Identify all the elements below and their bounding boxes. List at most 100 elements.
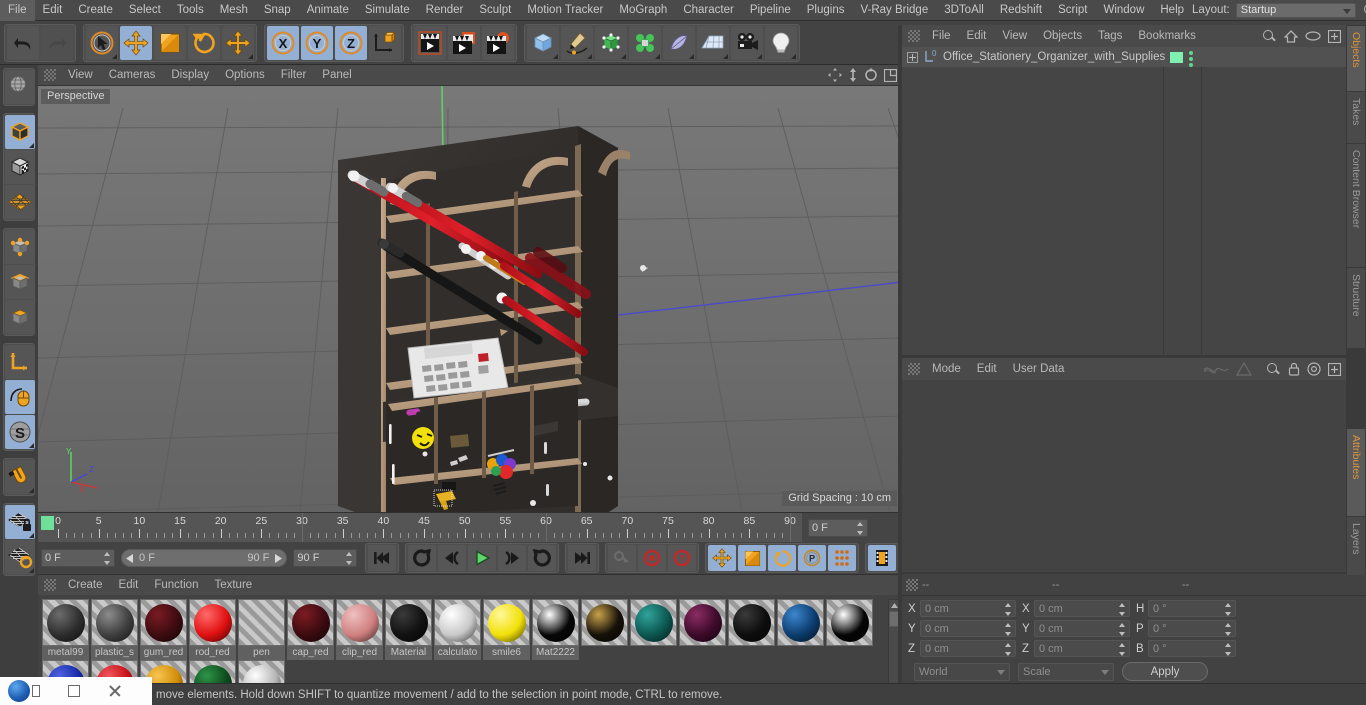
- viewport-menu-view[interactable]: View: [60, 65, 101, 86]
- material-item[interactable]: [630, 599, 679, 660]
- spinner-icon[interactable]: [1005, 603, 1012, 616]
- menu-item-v-ray-bridge[interactable]: V-Ray Bridge: [852, 0, 936, 21]
- menu-item-character[interactable]: Character: [675, 0, 742, 21]
- panel-grip-icon[interactable]: [44, 579, 56, 591]
- scale-tool-button[interactable]: [154, 25, 186, 60]
- object-manager-body[interactable]: 0 Office_Stationery_Organizer_with_Suppl…: [902, 47, 1346, 355]
- viewport-menu-display[interactable]: Display: [163, 65, 217, 86]
- material-menu-edit[interactable]: Edit: [111, 575, 147, 595]
- menu-item-3dtoall[interactable]: 3DToAll: [936, 0, 992, 21]
- menu-item-select[interactable]: Select: [121, 0, 169, 21]
- panel-grip-icon[interactable]: [906, 578, 918, 591]
- range-left-arrow-icon[interactable]: [126, 553, 135, 563]
- new-view-icon[interactable]: [1328, 362, 1341, 376]
- visibility-dots-icon[interactable]: [1189, 51, 1193, 67]
- timeline-current-frame-field[interactable]: 0 F: [808, 519, 868, 537]
- object-menu-file[interactable]: File: [924, 25, 959, 47]
- add-floor-button[interactable]: [697, 25, 729, 60]
- timeline-filmstrip-button[interactable]: [868, 545, 896, 571]
- menu-item-window[interactable]: Window: [1095, 0, 1152, 21]
- rotate-tool-button[interactable]: [188, 25, 220, 60]
- world-object-coordinate-button[interactable]: [369, 25, 401, 60]
- menu-item-snap[interactable]: Snap: [256, 0, 299, 21]
- material-item[interactable]: [777, 599, 826, 660]
- size-y-field[interactable]: 0 cm: [1034, 620, 1130, 637]
- material-preview[interactable]: [336, 599, 383, 646]
- preview-end-field[interactable]: 90 F: [293, 549, 357, 567]
- expand-icon[interactable]: [907, 51, 918, 63]
- move-view-icon[interactable]: [828, 68, 842, 82]
- spinner-icon[interactable]: [346, 552, 353, 565]
- lock-x-button[interactable]: X: [267, 25, 299, 60]
- search-icon[interactable]: [1261, 28, 1277, 44]
- edges-mode-button[interactable]: [5, 265, 35, 299]
- menu-item-file[interactable]: File: [0, 0, 35, 21]
- lock-icon[interactable]: [1288, 362, 1300, 376]
- layout-select[interactable]: Startup: [1235, 2, 1356, 18]
- go-to-start-button[interactable]: [368, 545, 396, 571]
- lock-y-button[interactable]: Y: [301, 25, 333, 60]
- enable-snap-button[interactable]: [5, 460, 35, 494]
- model-mode-button[interactable]: [5, 150, 35, 184]
- material-item[interactable]: smile6: [483, 599, 532, 660]
- step-forward-button[interactable]: [498, 545, 526, 571]
- play-button[interactable]: [468, 545, 496, 571]
- loop-forward-button[interactable]: [528, 545, 556, 571]
- rotation-p-field[interactable]: 0 °: [1148, 620, 1236, 637]
- points-mode-button[interactable]: [5, 230, 35, 264]
- wave-icon[interactable]: [1203, 363, 1229, 376]
- material-item[interactable]: cap_red: [287, 599, 336, 660]
- eye-icon[interactable]: [1305, 31, 1321, 41]
- app-orb-icon[interactable]: [8, 680, 30, 702]
- current-frame-marker[interactable]: [41, 516, 54, 530]
- spinner-icon[interactable]: [1119, 623, 1126, 636]
- menu-item-create[interactable]: Create: [70, 0, 121, 21]
- transform-mode-select[interactable]: Scale: [1018, 662, 1114, 681]
- menu-item-motion-tracker[interactable]: Motion Tracker: [519, 0, 611, 21]
- render-settings-button[interactable]: [482, 25, 514, 60]
- spinner-icon[interactable]: [1119, 643, 1126, 656]
- menu-item-pipeline[interactable]: Pipeline: [742, 0, 799, 21]
- viewport-canvas[interactable]: Perspective Grid Spacing : 10 cm Y Z X: [38, 86, 902, 512]
- menu-item-animate[interactable]: Animate: [299, 0, 357, 21]
- material-preview[interactable]: [826, 599, 873, 646]
- menu-item-mograph[interactable]: MoGraph: [611, 0, 675, 21]
- dock-tab-objects[interactable]: Objects: [1346, 25, 1366, 92]
- object-menu-bookmarks[interactable]: Bookmarks: [1130, 25, 1204, 47]
- add-light-button[interactable]: [765, 25, 797, 60]
- material-item[interactable]: [679, 599, 728, 660]
- undo-button[interactable]: [7, 25, 39, 60]
- position-y-field[interactable]: 0 cm: [920, 620, 1016, 637]
- material-preview[interactable]: [777, 599, 824, 646]
- menu-item-mesh[interactable]: Mesh: [212, 0, 256, 21]
- new-view-icon[interactable]: [1328, 29, 1341, 43]
- material-item[interactable]: clip_red: [336, 599, 385, 660]
- material-item[interactable]: Material: [385, 599, 434, 660]
- viewport-menu-filter[interactable]: Filter: [273, 65, 315, 86]
- apply-button[interactable]: Apply: [1122, 662, 1208, 681]
- add-cube-button[interactable]: [527, 25, 559, 60]
- material-item[interactable]: [728, 599, 777, 660]
- maximize-view-icon[interactable]: [884, 68, 897, 82]
- menu-item-edit[interactable]: Edit: [35, 0, 71, 21]
- autokeying-button[interactable]: [608, 545, 636, 571]
- material-preview[interactable]: [385, 599, 432, 646]
- redo-button[interactable]: [41, 25, 73, 60]
- spinner-icon[interactable]: [857, 522, 864, 535]
- spinner-icon[interactable]: [1225, 603, 1232, 616]
- add-deformer-button[interactable]: [663, 25, 695, 60]
- add-spline-button[interactable]: [561, 25, 593, 60]
- polygons-mode-button[interactable]: [5, 300, 35, 334]
- panel-grip-icon[interactable]: [908, 363, 920, 375]
- range-right-arrow-icon[interactable]: [273, 553, 283, 563]
- move-alt-button[interactable]: [222, 25, 254, 60]
- object-menu-view[interactable]: View: [994, 25, 1035, 47]
- rotation-b-field[interactable]: 0 °: [1148, 640, 1236, 657]
- add-camera-button[interactable]: [731, 25, 763, 60]
- material-preview[interactable]: [287, 599, 334, 646]
- spinner-icon[interactable]: [1225, 643, 1232, 656]
- material-item[interactable]: plastic_s: [91, 599, 140, 660]
- menu-item-help[interactable]: Help: [1152, 0, 1192, 21]
- search-icon[interactable]: [1265, 361, 1281, 377]
- add-nurbs-button[interactable]: [595, 25, 627, 60]
